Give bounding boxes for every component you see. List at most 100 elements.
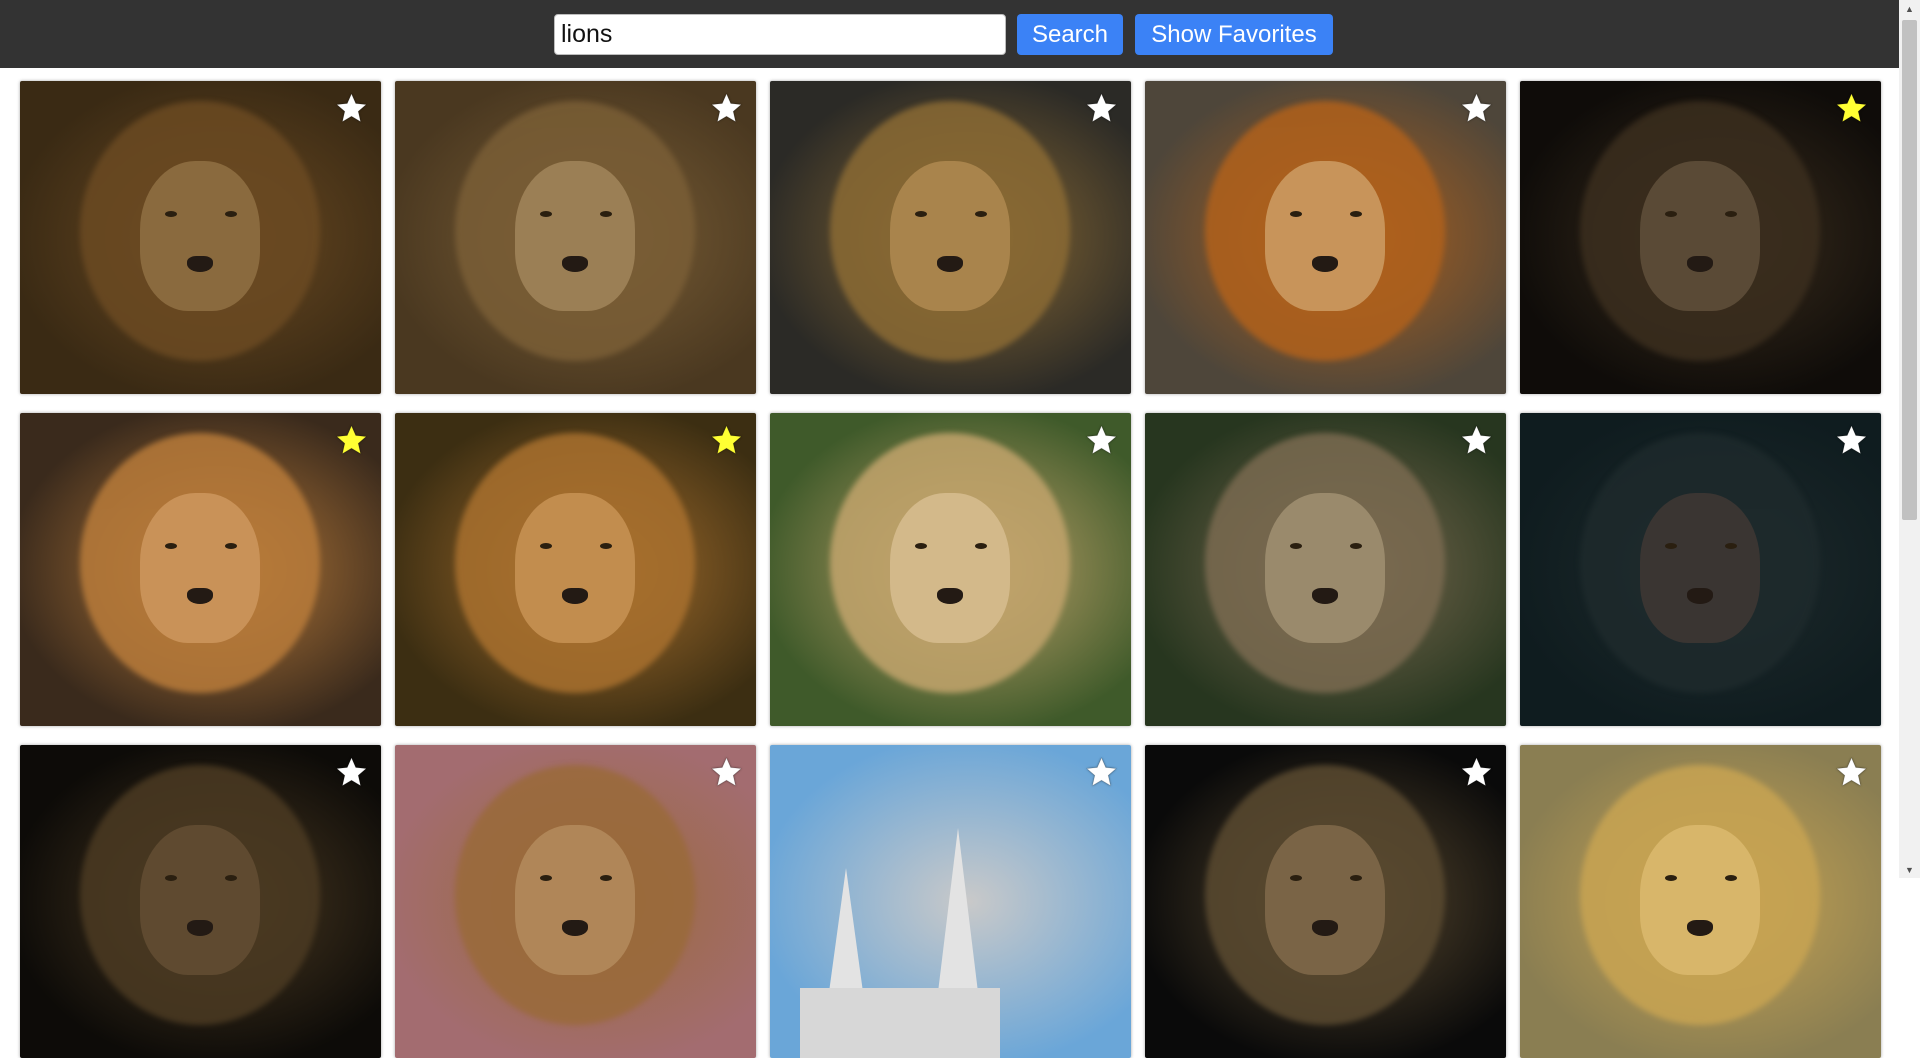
image-card[interactable] <box>770 413 1131 726</box>
lion-eye <box>1290 875 1302 881</box>
scroll-down-arrow-icon[interactable]: ▼ <box>1899 861 1920 878</box>
lion-face <box>1265 161 1385 311</box>
lion-eye <box>165 211 177 217</box>
image-card[interactable] <box>1520 745 1881 1058</box>
image-card[interactable] <box>770 81 1131 394</box>
lion-face <box>1640 825 1760 975</box>
vertical-scrollbar[interactable]: ▲ ▼ <box>1899 0 1920 878</box>
image-card[interactable] <box>1145 745 1506 1058</box>
lion-eye <box>1725 875 1737 881</box>
favorite-star-icon[interactable] <box>709 755 744 790</box>
lion-face <box>140 825 260 975</box>
lion-profile-photo <box>770 413 1131 726</box>
lion-face-orange-mane-photo <box>1145 81 1506 394</box>
lion-eye <box>975 211 987 217</box>
lion-grass-photo <box>1520 745 1881 1058</box>
lion-pink-background-photo <box>395 745 756 1058</box>
lion-nose <box>187 256 213 272</box>
scrollbar-thumb[interactable] <box>1902 20 1917 520</box>
lion-eye <box>915 543 927 549</box>
lion-eye <box>540 875 552 881</box>
lion-eye <box>1350 211 1362 217</box>
image-card[interactable] <box>20 81 381 394</box>
favorite-star-icon[interactable] <box>1084 423 1119 458</box>
lion-nose <box>1687 920 1713 936</box>
image-card[interactable] <box>1145 413 1506 726</box>
scroll-up-arrow-icon[interactable]: ▲ <box>1899 0 1920 17</box>
lion-eye <box>600 211 612 217</box>
lion-eye <box>225 875 237 881</box>
favorite-star-icon[interactable] <box>1084 755 1119 790</box>
lion-face-closeup-photo <box>20 81 381 394</box>
lion-face <box>515 161 635 311</box>
lion-eye <box>540 211 552 217</box>
lion-nose <box>937 256 963 272</box>
favorite-star-icon[interactable] <box>1834 423 1869 458</box>
lion-nose <box>187 588 213 604</box>
image-grid <box>20 81 1881 1058</box>
image-card[interactable] <box>1145 81 1506 394</box>
lion-eye <box>915 211 927 217</box>
cathedral-spires-photo <box>770 745 1131 1058</box>
lion-yawning-photo <box>20 413 381 726</box>
lion-eye <box>600 875 612 881</box>
lion-face-closeup-photo <box>395 81 756 394</box>
search-input[interactable] <box>554 14 1006 55</box>
lion-face-photo <box>770 81 1131 394</box>
favorite-star-icon[interactable] <box>709 423 744 458</box>
lion-face <box>515 825 635 975</box>
lion-face <box>515 493 635 643</box>
lion-face-dark-photo <box>20 745 381 1058</box>
lion-face <box>1640 493 1760 643</box>
lion-face <box>890 493 1010 643</box>
image-card[interactable] <box>395 81 756 394</box>
image-card[interactable] <box>20 745 381 1058</box>
image-card[interactable] <box>395 745 756 1058</box>
favorite-star-icon[interactable] <box>1834 91 1869 126</box>
favorite-star-icon[interactable] <box>1459 755 1494 790</box>
lion-face <box>140 493 260 643</box>
show-favorites-button[interactable]: Show Favorites <box>1135 14 1333 55</box>
lion-dark-background-photo <box>1145 745 1506 1058</box>
favorite-star-icon[interactable] <box>1834 755 1869 790</box>
favorite-star-icon[interactable] <box>1459 423 1494 458</box>
lion-nose <box>1312 588 1338 604</box>
lion-eye <box>165 875 177 881</box>
lion-nose <box>562 588 588 604</box>
lion-face <box>1640 161 1760 311</box>
lion-lying-photo <box>395 413 756 726</box>
lion-eye <box>225 211 237 217</box>
lion-nose <box>937 588 963 604</box>
lion-nose <box>562 256 588 272</box>
favorite-star-icon[interactable] <box>709 91 744 126</box>
lion-eye <box>1725 211 1737 217</box>
lion-eye <box>540 543 552 549</box>
favorite-star-icon[interactable] <box>1459 91 1494 126</box>
lion-nose <box>1312 920 1338 936</box>
image-card[interactable] <box>770 745 1131 1058</box>
lion-eye <box>1290 211 1302 217</box>
image-card[interactable] <box>1520 413 1881 726</box>
lion-nose <box>1687 588 1713 604</box>
favorite-star-icon[interactable] <box>334 423 369 458</box>
lion-face <box>140 161 260 311</box>
lion-nose <box>1312 256 1338 272</box>
lion-eye <box>165 543 177 549</box>
lion-face <box>1265 825 1385 975</box>
lion-eye <box>975 543 987 549</box>
lion-eye <box>1350 875 1362 881</box>
lion-eye <box>600 543 612 549</box>
image-card[interactable] <box>395 413 756 726</box>
favorite-star-icon[interactable] <box>1084 91 1119 126</box>
lion-eye <box>225 543 237 549</box>
image-card[interactable] <box>20 413 381 726</box>
lion-eye <box>1665 875 1677 881</box>
image-card[interactable] <box>1520 81 1881 394</box>
favorite-star-icon[interactable] <box>334 755 369 790</box>
search-button[interactable]: Search <box>1017 14 1123 55</box>
lion-eye <box>1290 543 1302 549</box>
favorite-star-icon[interactable] <box>334 91 369 126</box>
lion-roaring-dark-photo <box>1520 413 1881 726</box>
lion-face <box>1265 493 1385 643</box>
lion-under-tree-photo <box>1145 413 1506 726</box>
